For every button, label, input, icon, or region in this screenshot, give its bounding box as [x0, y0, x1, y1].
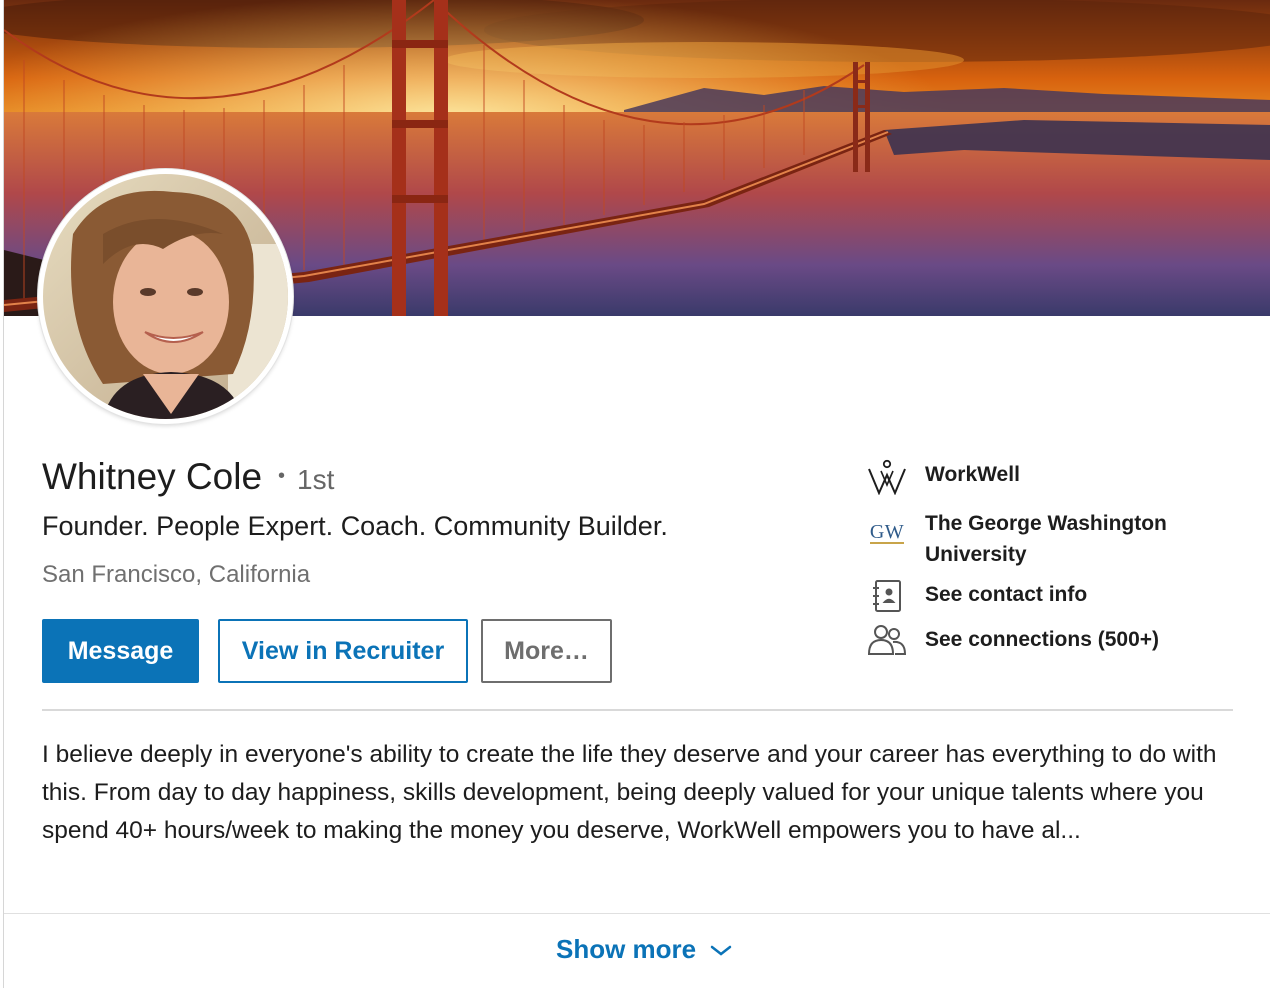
company-name: WorkWell	[925, 463, 1020, 486]
degree-separator: •	[278, 465, 286, 487]
school-name: The George Washington University	[925, 512, 1167, 566]
show-more-button[interactable]: Show more	[556, 934, 732, 965]
connections-label: See connections (500+)	[925, 628, 1160, 651]
profile-summary: I believe deeply in everyone's ability t…	[42, 741, 1217, 844]
profile-photo[interactable]	[38, 169, 293, 424]
gw-school-logo-icon: GW	[865, 508, 909, 544]
more-actions-button[interactable]: More…	[481, 619, 612, 683]
section-divider	[42, 709, 1233, 711]
profile-name: Whitney Cole	[42, 456, 263, 497]
people-icon	[865, 624, 909, 656]
connections-link[interactable]: See connections (500+)	[865, 624, 1215, 656]
footer-divider	[4, 913, 1270, 914]
chevron-down-icon	[710, 945, 732, 956]
workwell-logo-icon	[865, 459, 909, 495]
address-book-icon	[865, 579, 909, 613]
show-more-label: Show more	[556, 934, 697, 964]
profile-location: San Francisco, California	[42, 561, 311, 588]
message-button[interactable]: Message	[42, 619, 199, 683]
profile-headline: Founder. People Expert. Coach. Community…	[42, 511, 668, 541]
contact-info-link[interactable]: See contact info	[865, 579, 1215, 613]
profile-card: Whitney Cole • 1st Founder. People Exper…	[3, 0, 1270, 988]
profile-photo-image	[43, 174, 288, 419]
view-in-recruiter-button[interactable]: View in Recruiter	[218, 619, 468, 683]
gw-logo-text: GW	[869, 521, 905, 544]
name-row: Whitney Cole • 1st	[42, 456, 334, 498]
education-link[interactable]: GW The George Washington University	[865, 508, 1215, 570]
current-company-link[interactable]: WorkWell	[865, 459, 1215, 495]
connection-degree: 1st	[297, 464, 335, 495]
contact-info-label: See contact info	[925, 583, 1088, 606]
